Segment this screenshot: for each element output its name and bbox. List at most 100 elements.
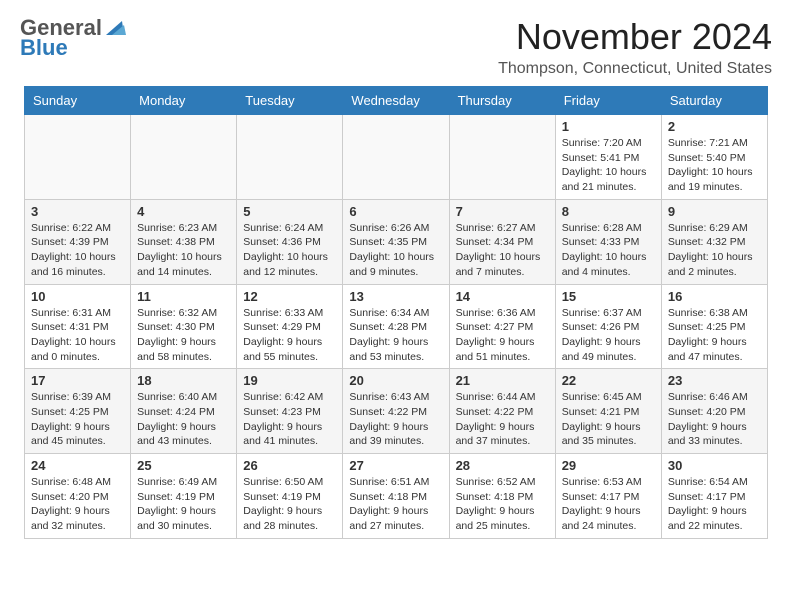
calendar-cell: 5 Sunrise: 6:24 AM Sunset: 4:36 PM Daylig… xyxy=(237,199,343,284)
calendar-cell: 9 Sunrise: 6:29 AM Sunset: 4:32 PM Daylig… xyxy=(661,199,767,284)
calendar-cell xyxy=(343,115,449,200)
calendar-cell xyxy=(449,115,555,200)
day-number: 23 xyxy=(668,373,761,388)
day-number: 7 xyxy=(456,204,549,219)
day-number: 29 xyxy=(562,458,655,473)
day-number: 11 xyxy=(137,289,230,304)
calendar-cell xyxy=(131,115,237,200)
title-area: November 2024 Thompson, Connecticut, Uni… xyxy=(498,16,772,78)
day-number: 16 xyxy=(668,289,761,304)
calendar-weekday-thursday: Thursday xyxy=(449,87,555,115)
calendar-wrapper: SundayMondayTuesdayWednesdayThursdayFrid… xyxy=(0,86,792,539)
calendar-cell: 3 Sunrise: 6:22 AM Sunset: 4:39 PM Daylig… xyxy=(25,199,131,284)
day-info: Sunrise: 6:44 AM Sunset: 4:22 PM Dayligh… xyxy=(456,390,549,449)
day-number: 25 xyxy=(137,458,230,473)
calendar-weekday-monday: Monday xyxy=(131,87,237,115)
day-number: 28 xyxy=(456,458,549,473)
day-number: 26 xyxy=(243,458,336,473)
day-info: Sunrise: 6:34 AM Sunset: 4:28 PM Dayligh… xyxy=(349,306,442,365)
calendar-cell: 6 Sunrise: 6:26 AM Sunset: 4:35 PM Daylig… xyxy=(343,199,449,284)
day-number: 18 xyxy=(137,373,230,388)
calendar-cell: 21Sunrise: 6:44 AM Sunset: 4:22 PM Dayli… xyxy=(449,369,555,454)
calendar-cell: 19Sunrise: 6:42 AM Sunset: 4:23 PM Dayli… xyxy=(237,369,343,454)
calendar-cell xyxy=(25,115,131,200)
calendar-cell: 29 Sunrise: 6:53 AM Sunset: 4:17 PM Dayli… xyxy=(555,454,661,539)
calendar-cell: 26 Sunrise: 6:50 AM Sunset: 4:19 PM Dayli… xyxy=(237,454,343,539)
calendar-cell: 28 Sunrise: 6:52 AM Sunset: 4:18 PM Dayli… xyxy=(449,454,555,539)
day-number: 12 xyxy=(243,289,336,304)
day-number: 9 xyxy=(668,204,761,219)
calendar-cell: 8 Sunrise: 6:28 AM Sunset: 4:33 PM Daylig… xyxy=(555,199,661,284)
day-info: Sunrise: 6:45 AM Sunset: 4:21 PM Dayligh… xyxy=(562,390,655,449)
day-info: Sunrise: 6:43 AM Sunset: 4:22 PM Dayligh… xyxy=(349,390,442,449)
day-info: Sunrise: 6:48 AM Sunset: 4:20 PM Dayligh… xyxy=(31,475,124,534)
calendar-cell xyxy=(237,115,343,200)
day-info: Sunrise: 6:54 AM Sunset: 4:17 PM Dayligh… xyxy=(668,475,761,534)
calendar-cell: 22 Sunrise: 6:45 AM Sunset: 4:21 PM Dayli… xyxy=(555,369,661,454)
day-info: Sunrise: 6:42 AM Sunset: 4:23 PM Dayligh… xyxy=(243,390,336,449)
calendar-cell: 10Sunrise: 6:31 AM Sunset: 4:31 PM Dayli… xyxy=(25,284,131,369)
calendar-weekday-saturday: Saturday xyxy=(661,87,767,115)
calendar-cell: 17Sunrise: 6:39 AM Sunset: 4:25 PM Dayli… xyxy=(25,369,131,454)
logo-wing-icon xyxy=(104,19,126,37)
day-number: 30 xyxy=(668,458,761,473)
calendar-week-row: 17Sunrise: 6:39 AM Sunset: 4:25 PM Dayli… xyxy=(25,369,768,454)
calendar-weekday-wednesday: Wednesday xyxy=(343,87,449,115)
day-number: 5 xyxy=(243,204,336,219)
day-info: Sunrise: 6:28 AM Sunset: 4:33 PM Dayligh… xyxy=(562,221,655,280)
calendar-week-row: 24Sunrise: 6:48 AM Sunset: 4:20 PM Dayli… xyxy=(25,454,768,539)
day-number: 1 xyxy=(562,119,655,134)
day-info: Sunrise: 6:40 AM Sunset: 4:24 PM Dayligh… xyxy=(137,390,230,449)
day-info: Sunrise: 6:26 AM Sunset: 4:35 PM Dayligh… xyxy=(349,221,442,280)
calendar-cell: 23 Sunrise: 6:46 AM Sunset: 4:20 PM Dayli… xyxy=(661,369,767,454)
location-subtitle: Thompson, Connecticut, United States xyxy=(498,60,772,78)
page-header: General Blue November 2024 Thompson, Con… xyxy=(0,0,792,86)
day-info: Sunrise: 6:29 AM Sunset: 4:32 PM Dayligh… xyxy=(668,221,761,280)
day-info: Sunrise: 6:46 AM Sunset: 4:20 PM Dayligh… xyxy=(668,390,761,449)
day-number: 22 xyxy=(562,373,655,388)
calendar-cell: 15 Sunrise: 6:37 AM Sunset: 4:26 PM Dayli… xyxy=(555,284,661,369)
month-title: November 2024 xyxy=(498,16,772,58)
calendar-week-row: 10Sunrise: 6:31 AM Sunset: 4:31 PM Dayli… xyxy=(25,284,768,369)
day-number: 10 xyxy=(31,289,124,304)
day-number: 15 xyxy=(562,289,655,304)
logo: General Blue xyxy=(20,16,126,60)
calendar-cell: 16Sunrise: 6:38 AM Sunset: 4:25 PM Dayli… xyxy=(661,284,767,369)
day-number: 20 xyxy=(349,373,442,388)
day-info: Sunrise: 6:51 AM Sunset: 4:18 PM Dayligh… xyxy=(349,475,442,534)
calendar-cell: 12 Sunrise: 6:33 AM Sunset: 4:29 PM Dayli… xyxy=(237,284,343,369)
calendar-weekday-friday: Friday xyxy=(555,87,661,115)
calendar-cell: 18 Sunrise: 6:40 AM Sunset: 4:24 PM Dayli… xyxy=(131,369,237,454)
day-info: Sunrise: 6:50 AM Sunset: 4:19 PM Dayligh… xyxy=(243,475,336,534)
day-info: Sunrise: 6:24 AM Sunset: 4:36 PM Dayligh… xyxy=(243,221,336,280)
day-info: Sunrise: 6:36 AM Sunset: 4:27 PM Dayligh… xyxy=(456,306,549,365)
logo-blue-text: Blue xyxy=(20,36,126,60)
day-info: Sunrise: 6:37 AM Sunset: 4:26 PM Dayligh… xyxy=(562,306,655,365)
day-info: Sunrise: 6:23 AM Sunset: 4:38 PM Dayligh… xyxy=(137,221,230,280)
calendar-table: SundayMondayTuesdayWednesdayThursdayFrid… xyxy=(24,86,768,539)
day-info: Sunrise: 6:27 AM Sunset: 4:34 PM Dayligh… xyxy=(456,221,549,280)
calendar-cell: 30 Sunrise: 6:54 AM Sunset: 4:17 PM Dayli… xyxy=(661,454,767,539)
calendar-weekday-sunday: Sunday xyxy=(25,87,131,115)
calendar-cell: 24Sunrise: 6:48 AM Sunset: 4:20 PM Dayli… xyxy=(25,454,131,539)
calendar-week-row: 3 Sunrise: 6:22 AM Sunset: 4:39 PM Daylig… xyxy=(25,199,768,284)
calendar-cell: 14Sunrise: 6:36 AM Sunset: 4:27 PM Dayli… xyxy=(449,284,555,369)
calendar-cell: 20 Sunrise: 6:43 AM Sunset: 4:22 PM Dayli… xyxy=(343,369,449,454)
calendar-cell: 13Sunrise: 6:34 AM Sunset: 4:28 PM Dayli… xyxy=(343,284,449,369)
day-number: 3 xyxy=(31,204,124,219)
day-number: 4 xyxy=(137,204,230,219)
calendar-cell: 2Sunrise: 7:21 AM Sunset: 5:40 PM Daylig… xyxy=(661,115,767,200)
day-info: Sunrise: 6:52 AM Sunset: 4:18 PM Dayligh… xyxy=(456,475,549,534)
calendar-cell: 11Sunrise: 6:32 AM Sunset: 4:30 PM Dayli… xyxy=(131,284,237,369)
day-info: Sunrise: 6:53 AM Sunset: 4:17 PM Dayligh… xyxy=(562,475,655,534)
day-number: 6 xyxy=(349,204,442,219)
calendar-cell: 4 Sunrise: 6:23 AM Sunset: 4:38 PM Daylig… xyxy=(131,199,237,284)
calendar-header-row: SundayMondayTuesdayWednesdayThursdayFrid… xyxy=(25,87,768,115)
day-info: Sunrise: 7:20 AM Sunset: 5:41 PM Dayligh… xyxy=(562,136,655,195)
calendar-cell: 1 Sunrise: 7:20 AM Sunset: 5:41 PM Daylig… xyxy=(555,115,661,200)
day-info: Sunrise: 6:39 AM Sunset: 4:25 PM Dayligh… xyxy=(31,390,124,449)
day-info: Sunrise: 6:22 AM Sunset: 4:39 PM Dayligh… xyxy=(31,221,124,280)
day-info: Sunrise: 6:33 AM Sunset: 4:29 PM Dayligh… xyxy=(243,306,336,365)
day-number: 8 xyxy=(562,204,655,219)
day-number: 27 xyxy=(349,458,442,473)
